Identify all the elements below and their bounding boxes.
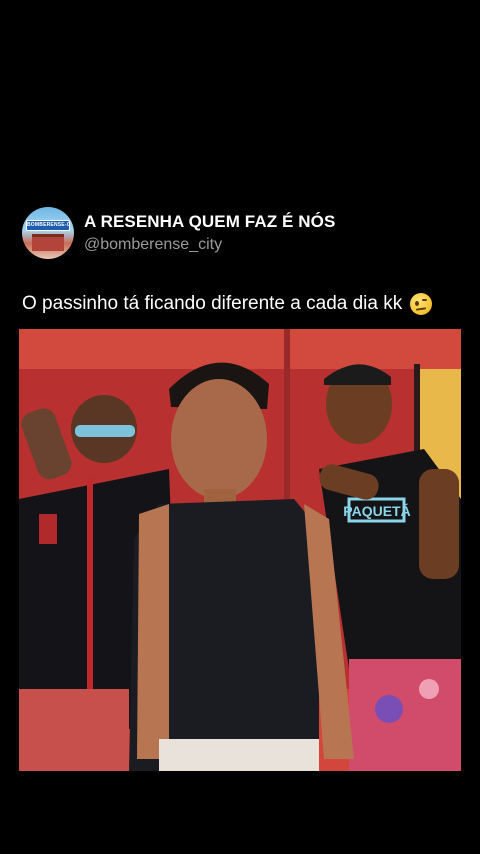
face-with-raised-eyebrow-icon	[410, 293, 433, 315]
post-caption: O passinho tá ficando diferente a cada d…	[22, 291, 433, 317]
post-header: BOMBERENSE-CITY A RESENHA QUEM FAZ É NÓS…	[22, 207, 335, 259]
avatar-building-icon	[32, 234, 64, 251]
account-handle[interactable]: @bomberense_city	[84, 234, 335, 256]
caption-text: O passinho tá ficando diferente a cada d…	[22, 293, 403, 314]
video-frame: PAQUETÁ	[19, 329, 461, 771]
account-names: A RESENHA QUEM FAZ É NÓS @bomberense_cit…	[84, 211, 335, 256]
avatar-banner-text: BOMBERENSE-CITY	[26, 220, 70, 231]
profile-avatar[interactable]: BOMBERENSE-CITY	[22, 207, 74, 259]
video-player[interactable]: PAQUETÁ	[19, 329, 461, 771]
display-name[interactable]: A RESENHA QUEM FAZ É NÓS	[84, 211, 335, 233]
shirt-text: PAQUETÁ	[343, 503, 410, 519]
